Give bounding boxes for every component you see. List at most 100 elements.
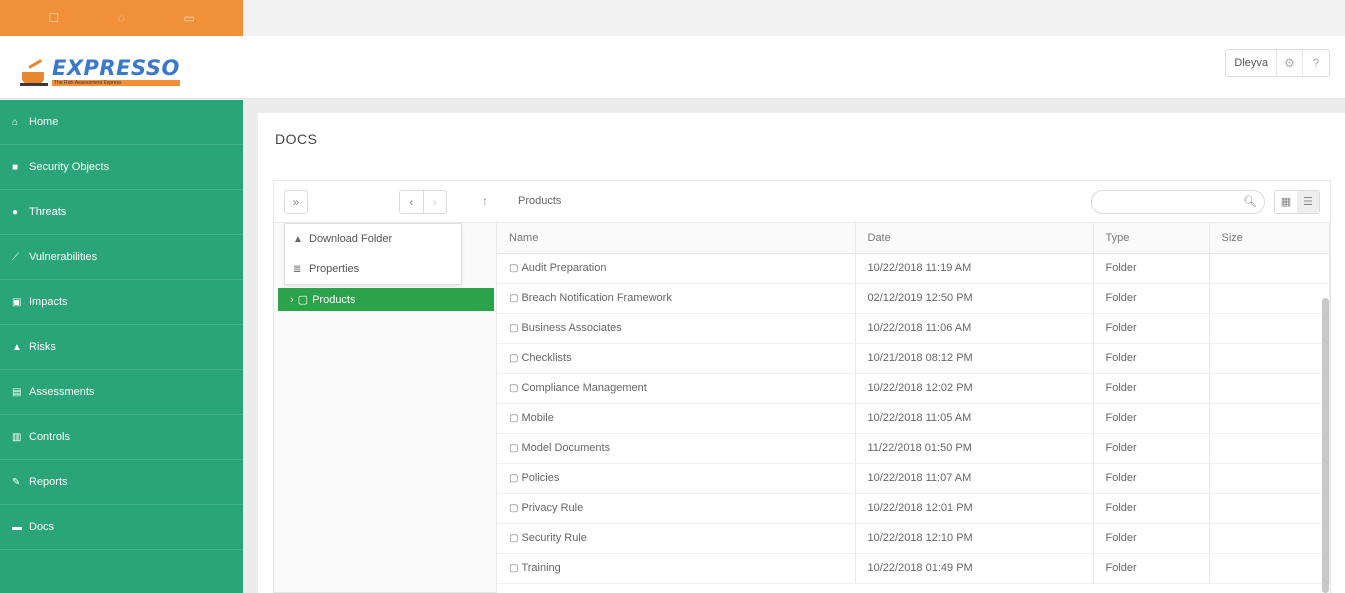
- table-row[interactable]: ▢ Audit Preparation 10/22/2018 11:19 AM Fol…: [497, 253, 1330, 284]
- cell-name[interactable]: ▢ Policies: [497, 463, 856, 494]
- cell-type: Folder: [1093, 373, 1210, 404]
- cell-name[interactable]: ▢ Security Rule: [497, 523, 856, 554]
- cell-name[interactable]: ▢ Breach Notification Framework: [497, 283, 856, 314]
- file-name: Audit Preparation: [521, 262, 607, 274]
- user-name[interactable]: Dleyva: [1226, 50, 1277, 76]
- sidebar-item-home[interactable]: ⌂ Home: [0, 100, 243, 145]
- cell-name[interactable]: ▢ Mobile: [497, 403, 856, 434]
- cell-date: 10/22/2018 12:01 PM: [855, 493, 1094, 524]
- back-arrow-icon[interactable]: ‹: [400, 191, 424, 213]
- gear-icon[interactable]: ⚙: [1277, 50, 1303, 76]
- folder-icon: ▢: [509, 323, 519, 334]
- sidebar-item-label: Threats: [29, 206, 67, 218]
- table-row[interactable]: ▢ Mobile 10/22/2018 11:05 AM Folder: [497, 403, 1330, 434]
- folder-icon: ▢: [509, 533, 519, 544]
- list-view-icon[interactable]: ☰: [1297, 191, 1319, 213]
- reports-icon: ✎: [12, 476, 21, 488]
- file-name: Breach Notification Framework: [521, 292, 672, 304]
- cell-name[interactable]: ▢ Checklists: [497, 343, 856, 374]
- table-row[interactable]: ▢ Training 10/22/2018 01:49 PM Folder: [497, 553, 1330, 584]
- sidebar-item-docs[interactable]: ▬ Docs: [0, 505, 243, 550]
- table-row[interactable]: ▢ Checklists 10/21/2018 08:12 PM Folder: [497, 343, 1330, 374]
- cell-type: Folder: [1093, 253, 1210, 284]
- cell-date: 10/22/2018 11:19 AM: [855, 253, 1094, 284]
- sidebar-item-label: Controls: [29, 431, 70, 443]
- search-input[interactable]: 🔍︎: [1091, 190, 1265, 214]
- tree-item-label: Products: [312, 293, 356, 306]
- cell-size: [1209, 283, 1330, 314]
- column-header-type[interactable]: Type: [1093, 223, 1210, 254]
- sidebar-item-reports[interactable]: ✎ Reports: [0, 460, 243, 505]
- cell-date: 10/21/2018 08:12 PM: [855, 343, 1094, 374]
- sidebar-item-label: Impacts: [29, 296, 68, 308]
- help-icon[interactable]: ?: [1303, 50, 1329, 76]
- file-name: Policies: [521, 472, 560, 484]
- cell-date: 10/22/2018 12:02 PM: [855, 373, 1094, 404]
- cell-name[interactable]: ▢ Model Documents: [497, 433, 856, 464]
- sidebar-item-threats[interactable]: ● Threats: [0, 190, 243, 235]
- tree-item-products[interactable]: › ▢ Products: [278, 288, 494, 311]
- column-header-size[interactable]: Size: [1209, 223, 1330, 254]
- cell-size: [1209, 553, 1330, 584]
- sidebar-item-risks[interactable]: ▲ Risks: [0, 325, 243, 370]
- page-title: DOCS: [275, 131, 318, 147]
- properties-icon: ≣: [293, 263, 302, 275]
- sidebar-item-security-objects[interactable]: ■ Security Objects: [0, 145, 243, 190]
- top-icon-3[interactable]: ▭: [179, 11, 199, 25]
- cell-name[interactable]: ▢ Business Associates: [497, 313, 856, 344]
- top-icon-1[interactable]: ☐: [44, 11, 64, 25]
- table-row[interactable]: ▢ Policies 10/22/2018 11:07 AM Folder: [497, 463, 1330, 494]
- column-header-date[interactable]: Date: [855, 223, 1094, 254]
- vertical-scrollbar[interactable]: [1322, 298, 1329, 593]
- cell-date: 02/12/2019 12:50 PM: [855, 283, 1094, 314]
- folder-icon: ▢: [509, 293, 519, 304]
- cell-size: [1209, 523, 1330, 554]
- main-content: DOCS » ‹ › ↑ Products 🔍︎ ▦ ☰ ▲ Download F…: [258, 113, 1345, 593]
- fire-icon: ●: [12, 206, 19, 218]
- sidebar-item-vulnerabilities[interactable]: ⟋ Vulnerabilities: [0, 235, 243, 280]
- chevron-right-icon[interactable]: ›: [290, 294, 294, 306]
- table-row[interactable]: ▢ Compliance Management 10/22/2018 12:02 P…: [497, 373, 1330, 404]
- cell-type: Folder: [1093, 433, 1210, 464]
- sidebar-item-controls[interactable]: ▥ Controls: [0, 415, 243, 460]
- folder-icon: ▢: [509, 473, 519, 484]
- breadcrumb[interactable]: Products: [518, 195, 561, 207]
- table-row[interactable]: ▢ Breach Notification Framework 02/12/2019…: [497, 283, 1330, 314]
- file-list: Name Date Type Size ▢ Audit Preparation 10…: [496, 223, 1330, 593]
- cell-name[interactable]: ▢ Training: [497, 553, 856, 584]
- cell-size: [1209, 433, 1330, 464]
- table-row[interactable]: ▢ Model Documents 11/22/2018 01:50 PM Folde…: [497, 433, 1330, 464]
- table-row[interactable]: ▢ Security Rule 10/22/2018 12:10 PM Folder: [497, 523, 1330, 554]
- column-header-name[interactable]: Name: [497, 223, 856, 254]
- cell-name[interactable]: ▢ Audit Preparation: [497, 253, 856, 284]
- grid-view-icon[interactable]: ▦: [1275, 191, 1297, 213]
- file-manager-toolbar: » ‹ › ↑ Products 🔍︎ ▦ ☰: [274, 181, 1330, 223]
- impact-icon: ▣: [12, 296, 22, 308]
- menu-item-properties[interactable]: ≣ Properties: [285, 254, 461, 284]
- cell-name[interactable]: ▢ Privacy Rule: [497, 493, 856, 524]
- cell-type: Folder: [1093, 463, 1210, 494]
- table-row[interactable]: ▢ Business Associates 10/22/2018 11:06 AM F…: [497, 313, 1330, 344]
- table-row[interactable]: ▢ Privacy Rule 10/22/2018 12:01 PM Folder: [497, 493, 1330, 524]
- file-name: Business Associates: [521, 322, 622, 334]
- chevron-double-down-icon[interactable]: »: [284, 190, 308, 214]
- cell-name[interactable]: ▢ Compliance Management: [497, 373, 856, 404]
- cell-date: 10/22/2018 12:10 PM: [855, 523, 1094, 554]
- sidebar-item-assessments[interactable]: ▤ Assessments: [0, 370, 243, 415]
- cell-date: 10/22/2018 01:49 PM: [855, 553, 1094, 584]
- up-arrow-icon[interactable]: ↑: [473, 190, 497, 214]
- top-icon-2[interactable]: ◌: [111, 11, 131, 25]
- forward-arrow-icon[interactable]: ›: [424, 191, 447, 213]
- menu-item-download-folder[interactable]: ▲ Download Folder: [285, 224, 461, 254]
- file-name: Privacy Rule: [521, 502, 584, 514]
- file-name: Checklists: [521, 352, 572, 364]
- cell-date: 10/22/2018 11:07 AM: [855, 463, 1094, 494]
- brand-tagline: The Risk Assessment Express: [52, 80, 180, 86]
- search-icon[interactable]: 🔍︎: [1243, 195, 1257, 208]
- cell-type: Folder: [1093, 493, 1210, 524]
- brand-logo[interactable]: EXPRESSO The Risk Assessment Express: [20, 50, 180, 86]
- lock-icon: ■: [12, 161, 19, 173]
- file-name: Training: [521, 562, 561, 574]
- sidebar-item-impacts[interactable]: ▣ Impacts: [0, 280, 243, 325]
- warning-icon: ▲: [12, 341, 22, 353]
